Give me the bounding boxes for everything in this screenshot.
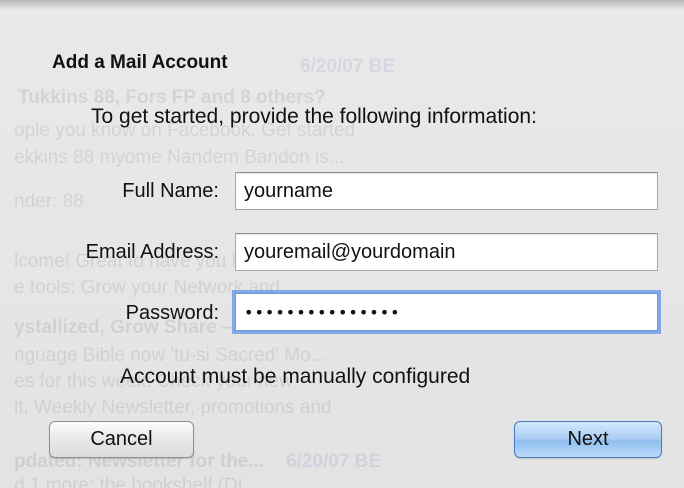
email-address-input[interactable] — [235, 233, 658, 271]
full-name-label: Full Name: — [122, 180, 219, 202]
email-address-label: Email Address: — [85, 241, 219, 263]
cancel-button[interactable]: Cancel — [49, 421, 194, 458]
bg-line: lt, Weekly Newsletter, promotions and — [14, 397, 332, 418]
password-input[interactable] — [235, 293, 658, 331]
next-button[interactable]: Next — [514, 421, 662, 458]
bg-line: nder: 88 — [14, 191, 84, 212]
bg-date-2: 6/20/07 BE — [286, 451, 382, 472]
bg-line: nguage Bible now 'tu-si Sacred' Mo... — [14, 345, 327, 366]
bg-line: ekkins 88 myome Nandem Bandon is... — [14, 147, 345, 168]
bg-line: d 1 more: the bookshelf (Di... — [14, 475, 258, 488]
bg-date-1: 6/20/07 BE — [300, 56, 396, 77]
password-label: Password: — [125, 302, 219, 324]
sheet-top-shadow — [0, 0, 684, 10]
full-name-input[interactable] — [235, 172, 658, 210]
add-mail-account-sheet: 6/20/07 BE Tukkins 88, Fors FP and 8 oth… — [0, 0, 684, 488]
status-message: Account must be manually configured — [120, 365, 471, 388]
dialog-title: Add a Mail Account — [52, 52, 228, 73]
dialog-subtitle: To get started, provide the following in… — [91, 105, 537, 128]
